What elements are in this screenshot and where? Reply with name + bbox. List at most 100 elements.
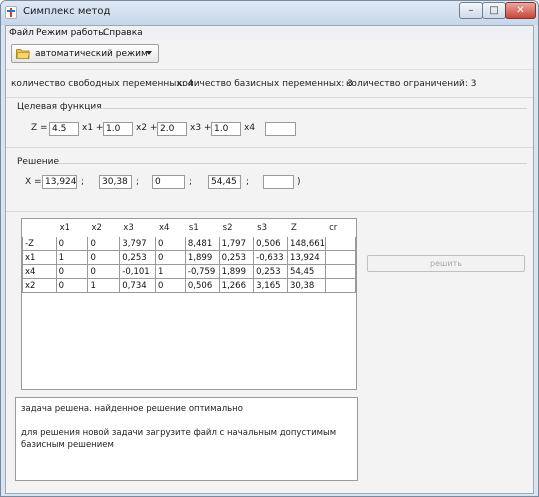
table-cell[interactable] <box>325 236 356 251</box>
solution-sep-4: ; <box>246 177 250 187</box>
solution-divider <box>58 163 527 164</box>
table-cell[interactable] <box>325 278 356 293</box>
message-area: задача решена. найденное решение оптимал… <box>6 397 533 493</box>
app-icon <box>5 6 17 19</box>
table-cell[interactable]: 3,797 <box>119 236 156 251</box>
objective-label: Целевая функция <box>17 102 102 112</box>
table-cell[interactable]: x4 <box>22 264 57 279</box>
table-cell[interactable]: 54,45 <box>286 264 327 279</box>
table-cell[interactable]: 1,266 <box>218 278 255 293</box>
solution-extra-field[interactable] <box>263 175 294 189</box>
table-cell[interactable]: 0 <box>87 264 121 279</box>
z-prefix: Z = <box>31 123 48 133</box>
solution-x4-field[interactable]: 54,45 <box>208 175 241 189</box>
table-cell[interactable]: 8,481 <box>184 236 220 251</box>
table-cell[interactable]: 0,253 <box>218 250 255 265</box>
table-cell[interactable]: 1 <box>87 278 121 293</box>
free-vars-count: количество свободных переменных: 4 <box>11 79 194 89</box>
coeff-extra-field[interactable] <box>265 122 296 136</box>
coeff-x1-field[interactable]: 4.5 <box>49 122 79 136</box>
table-area: x1 x2 x3 x4 s1 s2 s3 Z cr -Z 0 0 3,797 0… <box>6 212 533 397</box>
message-line: для решения новой задачи загрузите файл … <box>21 428 337 438</box>
client-area: Файл Режим работы Справка автоматический… <box>5 25 534 494</box>
folder-icon <box>16 49 30 59</box>
toolbar: автоматический режим <box>6 40 533 70</box>
table-cell[interactable]: x1 <box>22 250 57 265</box>
solution-sep-3: ; <box>189 177 193 187</box>
mode-select[interactable]: автоматический режим <box>11 44 159 63</box>
table-cell[interactable]: 0 <box>55 264 89 279</box>
coeff-x4-field[interactable]: 1.0 <box>211 122 241 136</box>
menu-bar: Файл Режим работы Справка <box>6 26 533 40</box>
mode-select-value: автоматический режим <box>35 49 148 59</box>
table-cell[interactable]: 0,506 <box>253 236 288 251</box>
table-cell[interactable]: 30,38 <box>286 278 327 293</box>
table-cell[interactable]: 1 <box>154 264 186 279</box>
solution-x2-field[interactable]: 30,38 <box>99 175 132 189</box>
window-title: Симплекс метод <box>23 6 111 17</box>
table-cell[interactable]: x2 <box>22 278 57 293</box>
table-cell[interactable]: 148,661 <box>286 236 327 251</box>
table-row: -Z 0 0 3,797 0 8,481 1,797 0,506 148,661 <box>22 236 356 251</box>
table-cell[interactable]: 0,506 <box>184 278 220 293</box>
table-cell[interactable]: 1,899 <box>184 250 220 265</box>
col-header-s1: s1 <box>184 219 220 237</box>
table-cell[interactable]: 0 <box>87 236 121 251</box>
table-cell[interactable]: 0 <box>87 250 121 265</box>
table-cell[interactable]: 1 <box>55 250 89 265</box>
message-box: задача решена. найденное решение оптимал… <box>15 397 358 481</box>
table-cell[interactable]: 0 <box>55 278 89 293</box>
close-button[interactable]: ✕ <box>505 2 536 19</box>
coeff-x3-field[interactable]: 2.0 <box>157 122 187 136</box>
col-header-cr: cr <box>325 219 356 237</box>
counts-row: количество свободных переменных: 4 колич… <box>6 70 533 98</box>
table-cell[interactable]: 3,165 <box>253 278 288 293</box>
table-cell[interactable]: 1,797 <box>218 236 255 251</box>
table-cell[interactable]: 0 <box>154 278 186 293</box>
table-cell[interactable]: -0,633 <box>253 250 288 265</box>
solution-panel: Решение X =( 13,924 ; 30,38 ; 0 ; 54,45 … <box>6 148 533 212</box>
table-cell[interactable]: -0,759 <box>184 264 220 279</box>
simplex-table-panel: x1 x2 x3 x4 s1 s2 s3 Z cr -Z 0 0 3,797 0… <box>21 218 357 390</box>
maximize-button[interactable]: □ <box>482 2 506 19</box>
solve-button[interactable]: решить <box>367 255 525 272</box>
term-x4-label: x4 <box>244 123 256 133</box>
message-line: базисным решением <box>21 440 114 450</box>
col-header-x3: x3 <box>119 219 156 237</box>
col-header-basis <box>22 219 57 237</box>
solution-sep-2: ; <box>136 177 140 187</box>
col-header-s2: s2 <box>218 219 255 237</box>
table-cell[interactable]: 0,253 <box>253 264 288 279</box>
solution-x1-field[interactable]: 13,924 <box>42 175 77 189</box>
solution-sep-1: ; <box>81 177 85 187</box>
menu-file[interactable]: Файл <box>9 28 34 38</box>
table-cell[interactable]: 0,734 <box>119 278 156 293</box>
chevron-down-icon <box>146 51 152 55</box>
table-cell[interactable]: 0 <box>55 236 89 251</box>
table-row: x1 1 0 0,253 0 1,899 0,253 -0,633 13,924 <box>22 250 356 265</box>
table-cell[interactable]: 1,899 <box>218 264 255 279</box>
table-cell[interactable]: -Z <box>22 236 57 251</box>
table-cell[interactable] <box>325 250 356 265</box>
table-cell[interactable]: -0,101 <box>119 264 156 279</box>
minimize-button[interactable]: – <box>459 2 483 19</box>
menu-help[interactable]: Справка <box>103 28 143 38</box>
table-cell[interactable]: 0,253 <box>119 250 156 265</box>
menu-mode[interactable]: Режим работы <box>36 28 105 38</box>
objective-panel: Целевая функция Z = 4.5 x1 + 1.0 x2 + 2.… <box>6 98 533 148</box>
table-row: x4 0 0 -0,101 1 -0,759 1,899 0,253 54,45 <box>22 264 356 279</box>
objective-divider <box>92 108 527 109</box>
table-cell[interactable] <box>325 264 356 279</box>
table-cell[interactable]: 0 <box>154 236 186 251</box>
col-header-x4: x4 <box>154 219 186 237</box>
col-header-x1: x1 <box>55 219 89 237</box>
table-cell[interactable]: 13,924 <box>286 250 327 265</box>
coeff-x2-field[interactable]: 1.0 <box>103 122 133 136</box>
constraints-count: количество ограничений: 3 <box>346 79 477 89</box>
solution-label: Решение <box>17 157 60 167</box>
app-window: Симплекс метод – □ ✕ Файл Режим работы С… <box>0 0 539 497</box>
table-cell[interactable]: 0 <box>154 250 186 265</box>
solution-close-paren: ) <box>297 177 301 187</box>
solution-x3-field[interactable]: 0 <box>152 175 185 189</box>
col-header-s3: s3 <box>253 219 288 237</box>
